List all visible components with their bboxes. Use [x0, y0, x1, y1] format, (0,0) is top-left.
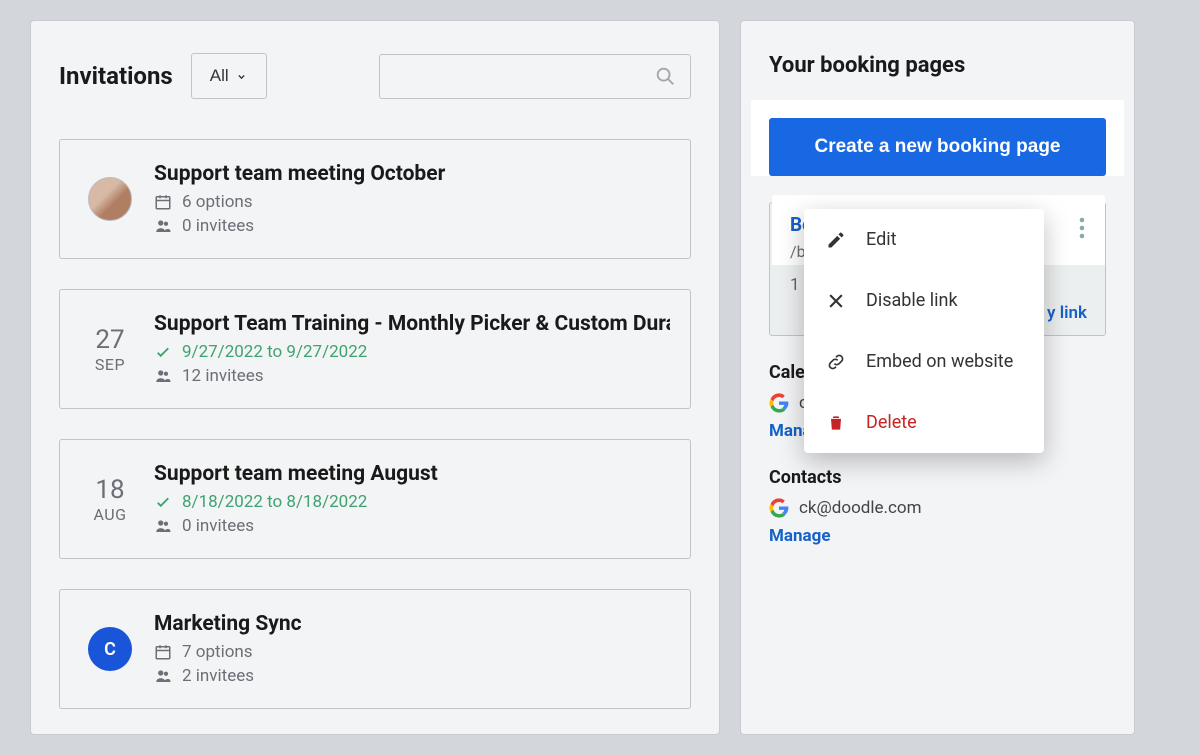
invitation-content: Support team meeting August 8/18/2022 to… [154, 462, 670, 536]
date-month: AUG [88, 505, 132, 524]
search-input[interactable] [379, 54, 691, 99]
contacts-section-heading: Contacts [769, 467, 1106, 488]
menu-item-label: Disable link [866, 290, 958, 311]
filter-label: All [210, 66, 229, 86]
date-month: SEP [88, 355, 132, 374]
invitation-title: Support team meeting August [154, 462, 670, 486]
chevron-down-icon [235, 70, 248, 83]
date-day: 18 [88, 475, 132, 505]
booking-pages-panel: Your booking pages Create a new booking … [740, 20, 1135, 735]
invitation-content: Support team meeting October 6 options 0… [154, 162, 670, 236]
check-icon [154, 343, 172, 361]
contacts-account-row: ck@doodle.com [769, 498, 1106, 518]
date-badge: 18 AUG [88, 475, 132, 524]
invitees-icon [154, 367, 172, 385]
invitees-icon [154, 217, 172, 235]
booking-page-more-button[interactable] [1067, 213, 1097, 243]
create-booking-page-button[interactable]: Create a new booking page [769, 118, 1106, 176]
invitation-invitees: 2 invitees [182, 666, 254, 686]
contacts-account-email: ck@doodle.com [799, 498, 921, 518]
invitation-card[interactable]: 18 AUG Support team meeting August 8/18/… [59, 439, 691, 559]
invitation-title: Support Team Training - Monthly Picker &… [154, 312, 670, 336]
avatar [88, 177, 132, 221]
menu-item-label: Edit [866, 229, 896, 250]
date-badge: 27 SEP [88, 325, 132, 374]
link-icon [826, 352, 846, 372]
invitations-header: Invitations All [59, 53, 691, 99]
booking-page-dropdown-menu: Edit Disable link Embed on website Delet… [804, 209, 1044, 453]
invitation-options: 7 options [182, 642, 253, 662]
more-vertical-icon [1079, 217, 1085, 239]
menu-item-embed[interactable]: Embed on website [804, 331, 1044, 392]
close-icon [826, 291, 846, 311]
menu-item-edit[interactable]: Edit [804, 209, 1044, 270]
google-icon [769, 393, 789, 413]
avatar-letter: C [104, 639, 116, 660]
invitation-card[interactable]: Support team meeting October 6 options 0… [59, 139, 691, 259]
trash-icon [826, 413, 846, 433]
menu-item-label: Delete [866, 412, 917, 433]
check-icon [154, 493, 172, 511]
menu-item-delete[interactable]: Delete [804, 392, 1044, 453]
invitation-content: Marketing Sync 7 options 2 invitees [154, 612, 670, 686]
highlight-block: Create a new booking page [751, 100, 1124, 176]
invitation-content: Support Team Training - Monthly Picker &… [154, 312, 670, 386]
invitation-title: Support team meeting October [154, 162, 670, 186]
invitees-icon [154, 667, 172, 685]
invitations-heading: Invitations [59, 62, 173, 90]
avatar: C [88, 627, 132, 671]
invitation-invitees: 0 invitees [182, 216, 254, 236]
booking-pages-heading: Your booking pages [769, 53, 1106, 78]
menu-item-label: Embed on website [866, 351, 1013, 372]
google-icon [769, 498, 789, 518]
menu-item-disable[interactable]: Disable link [804, 270, 1044, 331]
invitation-title: Marketing Sync [154, 612, 670, 636]
invitation-invitees: 0 invitees [182, 516, 254, 536]
invitations-panel: Invitations All Support team meeting Oct… [30, 20, 720, 735]
calendar-icon [154, 643, 172, 661]
invitation-dates: 8/18/2022 to 8/18/2022 [182, 492, 367, 512]
invitation-invitees: 12 invitees [182, 366, 264, 386]
invitees-icon [154, 517, 172, 535]
invitation-dates: 9/27/2022 to 9/27/2022 [182, 342, 367, 362]
invitation-card[interactable]: 27 SEP Support Team Training - Monthly P… [59, 289, 691, 409]
date-day: 27 [88, 325, 132, 355]
calendar-icon [154, 193, 172, 211]
filter-button[interactable]: All [191, 53, 267, 99]
pencil-icon [826, 230, 846, 250]
search-icon [654, 65, 676, 87]
invitation-card[interactable]: C Marketing Sync 7 options 2 invitees [59, 589, 691, 709]
contacts-manage-link[interactable]: Manage [769, 526, 831, 546]
invitation-options: 6 options [182, 192, 253, 212]
